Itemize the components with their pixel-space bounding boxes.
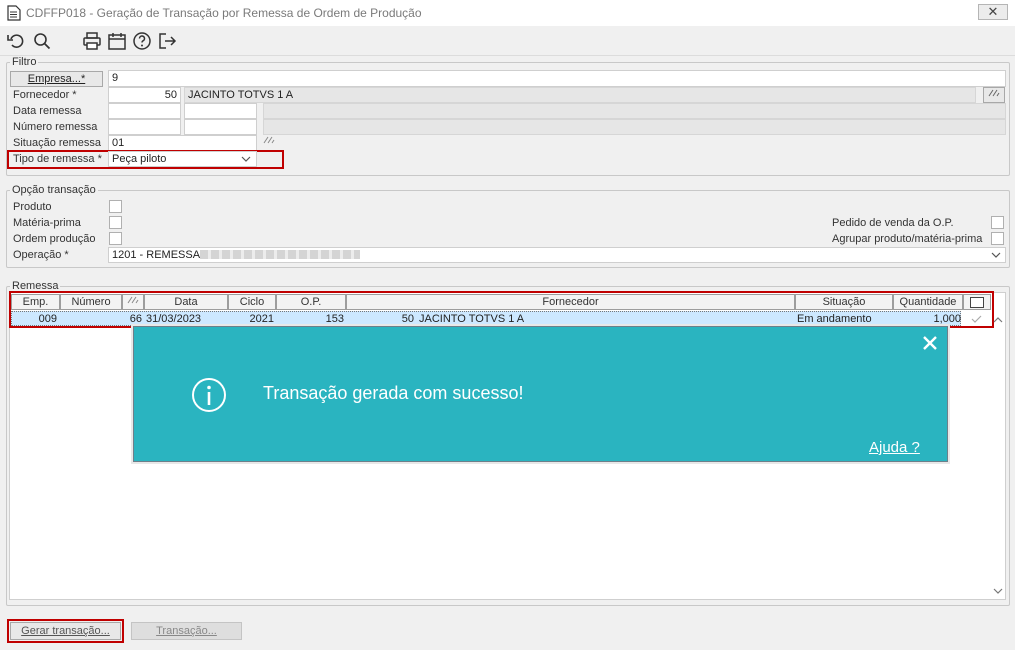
lookup-icon xyxy=(988,89,1000,97)
document-icon xyxy=(7,5,21,21)
redacted-operacao-text xyxy=(200,250,360,259)
search-icon[interactable] xyxy=(32,31,52,51)
toast-help-link[interactable]: Ajuda ? xyxy=(869,439,920,456)
materia-prima-label: Matéria-prima xyxy=(13,217,81,229)
data-remessa-start-field[interactable] xyxy=(108,103,181,119)
close-button[interactable]: ✕ xyxy=(978,4,1008,20)
fornecedor-lookup-button[interactable] xyxy=(983,87,1005,103)
numero-remessa-start-field[interactable] xyxy=(108,119,181,135)
situacao-remessa-label: Situação remessa xyxy=(13,137,102,149)
success-toast: Transação gerada com sucesso! Ajuda ? xyxy=(133,326,948,462)
opcao-legend: Opção transação xyxy=(12,184,96,196)
pedido-venda-checkbox[interactable] xyxy=(991,216,1004,229)
tipo-remessa-value: Peça piloto xyxy=(112,153,167,165)
help-icon[interactable] xyxy=(132,31,152,51)
situacao-remessa-field[interactable]: 01 xyxy=(108,135,257,151)
ordem-producao-label: Ordem produção xyxy=(13,233,96,245)
transacao-label: Transação... xyxy=(156,625,217,637)
grid-row-highlight xyxy=(9,291,994,328)
chevron-down-icon xyxy=(241,156,251,162)
scroll-down-icon[interactable] xyxy=(993,588,1003,595)
transacao-button[interactable]: Transação... xyxy=(131,622,242,640)
operacao-label: Operação * xyxy=(13,249,69,261)
exit-icon[interactable] xyxy=(157,31,177,51)
pedido-venda-label: Pedido de venda da O.P. xyxy=(832,217,954,229)
operacao-value: 1201 - REMESSA xyxy=(112,249,201,261)
scroll-up-icon[interactable] xyxy=(993,316,1003,323)
data-remessa-extra-field xyxy=(263,103,1006,119)
empresa-button-label: Empresa...* xyxy=(27,73,86,85)
filtro-legend: Filtro xyxy=(12,56,37,68)
info-icon xyxy=(192,378,226,412)
chevron-down-icon xyxy=(991,252,1001,258)
title-bar: CDFFP018 - Geração de Transação por Reme… xyxy=(0,0,1015,26)
window-title: CDFFP018 - Geração de Transação por Reme… xyxy=(26,6,422,20)
agrupar-label: Agrupar produto/matéria-prima xyxy=(832,233,983,245)
numero-remessa-extra-field xyxy=(263,119,1006,135)
ordem-producao-checkbox[interactable] xyxy=(109,232,122,245)
toolbar xyxy=(0,26,1015,56)
materia-prima-checkbox[interactable] xyxy=(109,216,122,229)
empresa-field[interactable]: 9 xyxy=(108,70,1006,87)
fornecedor-code-field[interactable]: 50 xyxy=(108,87,181,103)
fornecedor-label: Fornecedor * xyxy=(13,89,77,101)
undo-icon[interactable] xyxy=(6,31,26,51)
empresa-button[interactable]: Empresa...* xyxy=(10,71,103,87)
gerar-transacao-button[interactable]: Gerar transação... xyxy=(10,622,121,640)
gerar-transacao-label: Gerar transação... xyxy=(21,625,110,637)
numero-remessa-end-field[interactable] xyxy=(184,119,257,135)
data-remessa-label: Data remessa xyxy=(13,105,82,117)
fornecedor-name-field: JACINTO TOTVS 1 A xyxy=(184,87,976,103)
data-remessa-end-field[interactable] xyxy=(184,103,257,119)
print-icon[interactable] xyxy=(82,31,102,51)
tipo-remessa-select[interactable]: Peça piloto xyxy=(108,151,257,167)
close-icon[interactable] xyxy=(922,335,938,351)
situacao-lookup-button[interactable] xyxy=(263,135,281,151)
toast-message: Transação gerada com sucesso! xyxy=(263,383,524,403)
produto-checkbox[interactable] xyxy=(109,200,122,213)
calendar-icon[interactable] xyxy=(107,31,127,51)
agrupar-checkbox[interactable] xyxy=(991,232,1004,245)
tipo-remessa-label: Tipo de remessa * xyxy=(13,153,102,165)
lookup-icon xyxy=(263,136,275,144)
produto-label: Produto xyxy=(13,201,52,213)
numero-remessa-label: Número remessa xyxy=(13,121,98,133)
